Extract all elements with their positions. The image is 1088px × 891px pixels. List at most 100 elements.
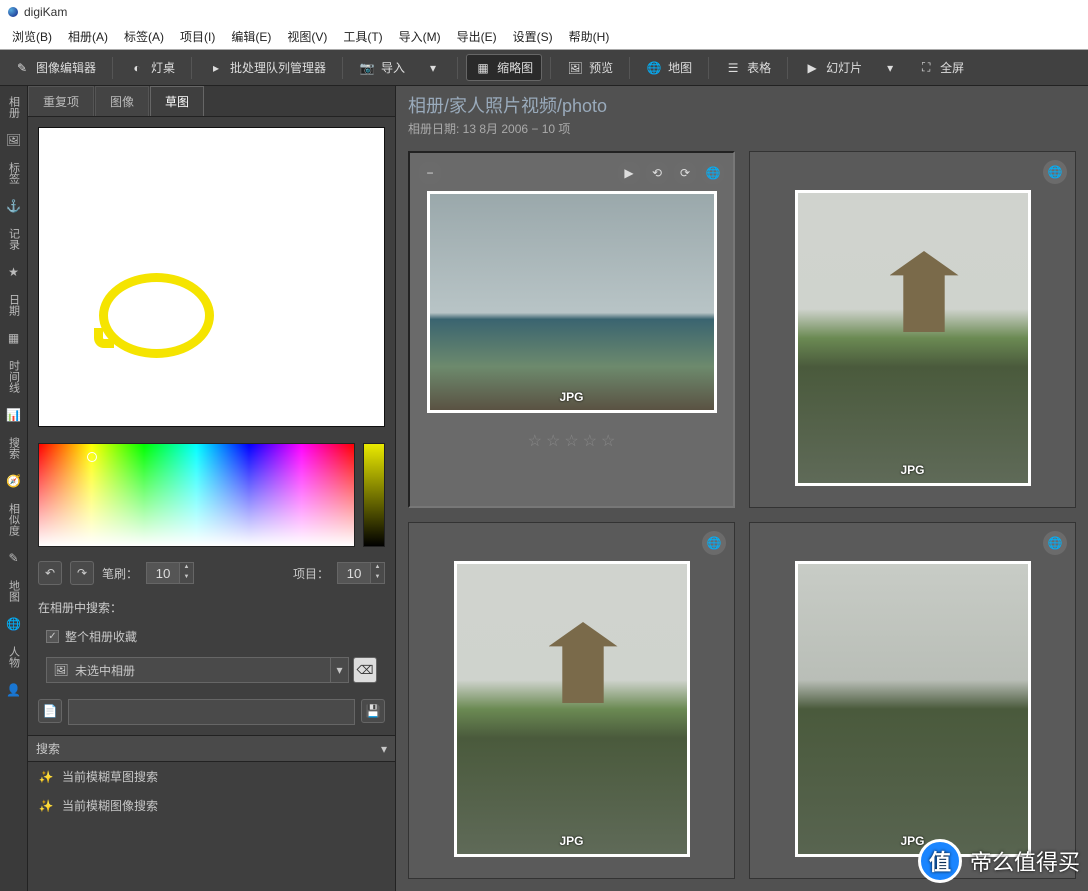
album-select-value: 未选中相册	[75, 662, 135, 679]
rail-anchor-icon[interactable]: ⚓	[4, 196, 24, 216]
fullscreen-button[interactable]: ⛶全屏	[910, 55, 972, 80]
rail-globe-icon[interactable]: 🌐	[4, 614, 24, 634]
import-button[interactable]: 📷导入	[351, 55, 413, 80]
lighttable-button[interactable]: ◐灯桌	[121, 55, 183, 80]
rail-icon-tags[interactable]: 🖼	[4, 130, 24, 150]
thumbnail-card[interactable]: − ▶ ⟲ ⟳ 🌐 JPG ☆☆☆☆☆	[408, 151, 735, 508]
thumbnail-image[interactable]: JPG	[795, 561, 1031, 857]
items-count-stepper[interactable]: ▲▼	[337, 562, 385, 584]
thumbnail-image[interactable]: JPG	[454, 561, 690, 857]
rail-timeline-icon[interactable]: 📊	[4, 405, 24, 425]
rail-tab-albums[interactable]: 相册	[4, 90, 24, 124]
menu-album[interactable]: 相册(A)	[60, 25, 116, 48]
rail-tab-timeline[interactable]: 时间线	[4, 354, 24, 399]
album-select-clear[interactable]: ⌫	[353, 657, 377, 683]
whole-collection-checkbox[interactable]: ✓	[46, 630, 59, 643]
rail-compass-icon[interactable]: 🧭	[4, 471, 24, 491]
play-circle-icon: ▸	[208, 60, 224, 76]
sketch-stroke	[99, 273, 214, 358]
menu-tags[interactable]: 标签(A)	[116, 25, 172, 48]
menu-item[interactable]: 项目(I)	[172, 25, 223, 48]
pencil-icon: ✎	[14, 60, 30, 76]
geo-button[interactable]: 🌐	[1043, 160, 1067, 184]
image-editor-button[interactable]: ✎图像编辑器	[6, 55, 104, 80]
rail-tab-map[interactable]: 地图	[4, 574, 24, 608]
format-badge: JPG	[559, 390, 583, 404]
rail-tab-search[interactable]: 搜索	[4, 431, 24, 465]
thumbnail-image[interactable]: JPG	[795, 190, 1031, 486]
color-value-slider[interactable]	[363, 443, 385, 547]
rail-tab-tags[interactable]: 标签	[4, 156, 24, 190]
search-name-input[interactable]	[68, 699, 355, 725]
new-search-button[interactable]: 📄	[38, 699, 62, 723]
camera-icon: 📷	[359, 60, 375, 76]
app-title: digiKam	[24, 5, 67, 19]
menu-edit[interactable]: 编辑(E)	[223, 25, 279, 48]
menu-tools[interactable]: 工具(T)	[335, 25, 390, 48]
rail-tab-dates[interactable]: 日期	[4, 288, 24, 322]
rail-calendar-icon[interactable]: ▦	[4, 328, 24, 348]
slideshow-button[interactable]: ▶幻灯片	[796, 55, 870, 80]
brush-size-input[interactable]	[146, 562, 180, 584]
geo-button[interactable]: 🌐	[1043, 531, 1067, 555]
rail-star-icon[interactable]: ★	[4, 262, 24, 282]
menu-import[interactable]: 导入(M)	[391, 25, 449, 48]
format-badge: JPG	[559, 834, 583, 848]
save-search-button[interactable]: 💾	[361, 699, 385, 723]
rail-wand-icon[interactable]: ✎	[4, 548, 24, 568]
menu-settings[interactable]: 设置(S)	[505, 25, 561, 48]
searches-header[interactable]: 搜索 ▾	[28, 735, 395, 762]
menu-export[interactable]: 导出(E)	[449, 25, 505, 48]
breadcrumb-path: 相册/家人照片视频/photo	[408, 92, 1076, 118]
globe-icon: 🌐	[646, 60, 662, 76]
tab-duplicates[interactable]: 重复项	[28, 86, 94, 116]
table-view-button[interactable]: ☰表格	[717, 55, 779, 80]
rating-stars[interactable]: ☆☆☆☆☆	[528, 431, 616, 451]
rotate-right-button[interactable]: ⟳	[673, 161, 697, 185]
thumbnails-view-button[interactable]: ▦缩略图	[466, 54, 542, 81]
rail-tab-similar[interactable]: 相似度	[4, 497, 24, 542]
album-select-dropdown[interactable]: ▾	[331, 657, 349, 683]
rail-person-icon[interactable]: 👤	[4, 680, 24, 700]
tab-image[interactable]: 图像	[95, 86, 149, 116]
panel-tabs: 重复项 图像 草图	[28, 86, 395, 117]
import-dropdown[interactable]: ▾	[417, 56, 449, 80]
slideshow-dropdown[interactable]: ▾	[874, 56, 906, 80]
sketch-canvas[interactable]	[38, 127, 385, 427]
play-button[interactable]: ▶	[617, 161, 641, 185]
thumbnail-image[interactable]: JPG	[427, 191, 717, 413]
chevron-down-icon: ▾	[381, 742, 387, 756]
thumbnail-grid: − ▶ ⟲ ⟳ 🌐 JPG ☆☆☆☆☆ 🌐 JPG	[396, 139, 1088, 891]
thumbnail-card[interactable]: 🌐 JPG	[749, 151, 1076, 508]
rotate-left-button[interactable]: ⟲	[645, 161, 669, 185]
brush-size-stepper[interactable]: ▲▼	[146, 562, 194, 584]
batch-queue-button[interactable]: ▸批处理队列管理器	[200, 55, 334, 80]
geo-button[interactable]: 🌐	[701, 161, 725, 185]
rail-tab-people[interactable]: 人物	[4, 640, 24, 674]
search-item-image[interactable]: ✨ 当前模糊图像搜索	[28, 791, 395, 820]
minus-button[interactable]: −	[418, 161, 442, 185]
thumbnail-card[interactable]: 🌐 JPG	[749, 522, 1076, 879]
menu-help[interactable]: 帮助(H)	[561, 25, 618, 48]
items-count-input[interactable]	[337, 562, 371, 584]
rail-tab-labels[interactable]: 记录	[4, 222, 24, 256]
menu-browse[interactable]: 浏览(B)	[4, 25, 60, 48]
menu-view[interactable]: 视图(V)	[279, 25, 335, 48]
thumbnail-card[interactable]: 🌐 JPG	[408, 522, 735, 879]
geo-button[interactable]: 🌐	[702, 531, 726, 555]
brush-label: 笔刷：	[102, 565, 138, 582]
album-select[interactable]: 🖼 未选中相册	[46, 657, 331, 683]
left-rail: 相册 🖼 标签 ⚓ 记录 ★ 日期 ▦ 时间线 📊 搜索 🧭 相似度 ✎ 地图 …	[0, 86, 28, 891]
format-badge: JPG	[900, 463, 924, 477]
redo-button[interactable]: ↷	[70, 561, 94, 585]
titlebar: digiKam	[0, 0, 1088, 24]
color-spectrum-picker[interactable]	[38, 443, 355, 547]
search-in-label: 在相册中搜索：	[38, 599, 385, 616]
map-view-button[interactable]: 🌐地图	[638, 55, 700, 80]
search-item-sketch[interactable]: ✨ 当前模糊草图搜索	[28, 762, 395, 791]
preview-view-button[interactable]: 🖼预览	[559, 55, 621, 80]
tab-sketch[interactable]: 草图	[150, 86, 204, 116]
spectrum-marker-icon	[87, 452, 97, 462]
undo-button[interactable]: ↶	[38, 561, 62, 585]
searches-list: ✨ 当前模糊草图搜索 ✨ 当前模糊图像搜索	[28, 762, 395, 820]
